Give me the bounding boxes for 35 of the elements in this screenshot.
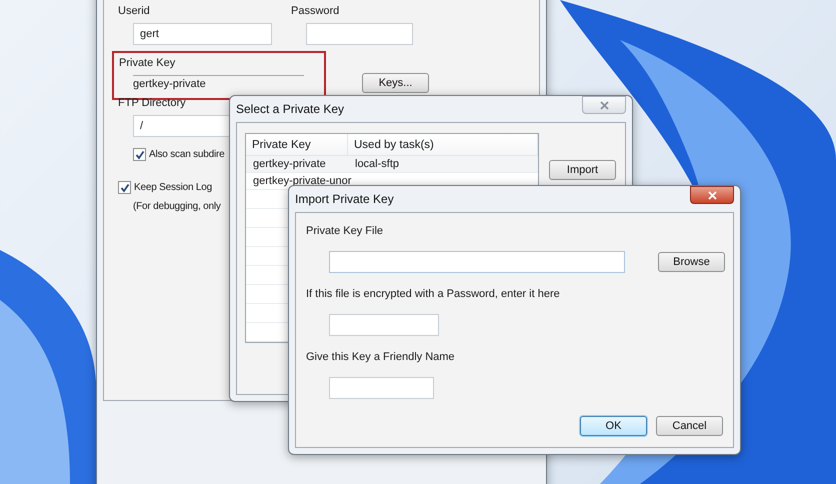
close-icon <box>708 190 716 200</box>
import-button[interactable]: Import <box>549 160 616 180</box>
field-label: Private Key File <box>306 224 384 239</box>
input-field[interactable] <box>329 251 625 273</box>
close-button[interactable] <box>690 186 734 204</box>
password-label: Password <box>291 4 340 19</box>
input-field[interactable] <box>329 377 434 399</box>
checkbox-label: Keep Session Log <box>134 181 212 195</box>
field-label: Give this Key a Friendly Name <box>306 350 455 365</box>
list-cell[interactable]: local-sftp <box>348 156 538 172</box>
ftp-directory-label: FTP Directory <box>118 96 186 111</box>
checkbox-label: Also scan subdire <box>149 148 225 162</box>
checkbox[interactable] <box>133 148 146 161</box>
input-field[interactable] <box>329 314 439 336</box>
checkmark-icon <box>134 150 144 160</box>
dialog-title: Import Private Key <box>295 192 394 206</box>
dialog-button[interactable]: OK <box>580 416 647 436</box>
column-header[interactable]: Private Key <box>246 134 348 155</box>
private-key-field[interactable]: gertkey-private <box>133 75 304 94</box>
list-cell[interactable]: gertkey-private <box>246 156 348 172</box>
keys-button[interactable]: Keys... <box>362 73 429 93</box>
dialog-title: Select a Private Key <box>236 102 344 116</box>
userid-label: Userid <box>118 4 150 19</box>
dialog-button[interactable]: Cancel <box>656 416 723 436</box>
close-icon <box>600 100 608 110</box>
userid-field[interactable]: gert <box>133 23 272 45</box>
column-header[interactable]: Used by task(s) <box>348 134 538 155</box>
checkbox[interactable] <box>118 181 131 194</box>
field-label: If this file is encrypted with a Password, enter it here <box>306 287 560 302</box>
list-cell[interactable]: gertkey-private-unor <box>246 173 358 189</box>
checkmark-icon <box>120 182 130 192</box>
private-key-label: Private Key <box>119 56 176 71</box>
log-note-text: (For debugging, only <box>133 200 221 214</box>
browse-button[interactable]: Browse <box>658 252 725 272</box>
password-field[interactable] <box>306 23 413 45</box>
